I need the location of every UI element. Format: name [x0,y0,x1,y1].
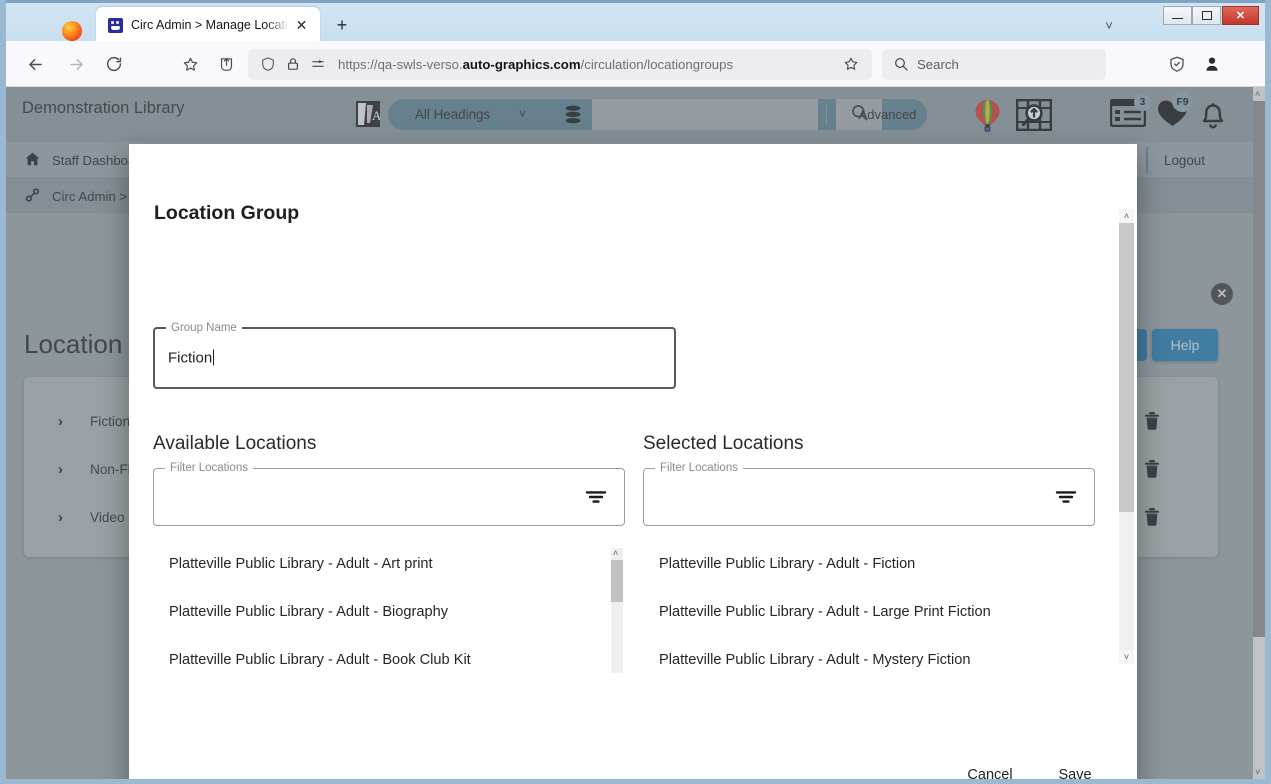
close-icon[interactable]: ✕ [293,17,310,34]
browser-tab-title: Circ Admin > Manage Location [131,18,291,32]
maximize-icon [1201,11,1212,20]
browser-tab-strip: Circ Admin > Manage Location ✕ + ˅ ✕ [6,3,1265,44]
scrollbar-thumb[interactable] [611,560,623,602]
save-button[interactable]: Save [1049,760,1101,779]
selected-locations-list[interactable]: Platteville Public Library - Adult - Fic… [643,548,1095,673]
star-icon[interactable] [843,56,860,73]
browser-toolbar: https://qa-swls-verso.auto-graphics.com/… [6,41,1265,87]
url-prefix: https://qa-swls-verso. [338,57,463,72]
filter-icon[interactable] [585,489,607,505]
url-path: /circulation/locationgroups [580,57,734,72]
available-locations-heading: Available Locations [153,433,317,454]
list-item[interactable]: Platteville Public Library - Adult - Boo… [169,652,471,672]
group-name-field[interactable]: Group Name Fiction [153,321,676,389]
close-window-button[interactable]: ✕ [1222,6,1259,25]
account-icon[interactable] [1200,52,1224,76]
dialog-footer: Cancel Save [129,742,1137,779]
browser-search-placeholder: Search [917,57,959,72]
cancel-button[interactable]: Cancel [956,760,1024,779]
maximize-window-button[interactable] [1192,6,1221,25]
list-item[interactable]: Platteville Public Library - Adult - Bio… [169,604,448,624]
app-favicon-icon [108,18,123,33]
firefox-logo-icon [62,21,82,41]
list-item[interactable]: Platteville Public Library - Adult - Fic… [659,556,915,576]
selected-filter-field[interactable]: Filter Locations [643,461,1095,526]
list-item[interactable]: Platteville Public Library - Adult - Mys… [659,652,970,672]
scrollbar-thumb[interactable] [1119,223,1134,512]
available-locations-list[interactable]: Platteville Public Library - Adult - Art… [153,548,625,673]
filter-icon[interactable] [1055,489,1077,505]
lock-icon [286,56,301,73]
url-domain: auto-graphics.com [462,57,581,72]
chevron-up-icon[interactable]: ˄ [613,548,618,558]
shield-icon [260,56,277,73]
selected-filter-label: Filter Locations [655,461,743,475]
browser-window: Circ Admin > Manage Location ✕ + ˅ ✕ htt… [0,0,1271,784]
dialog-scroll-region: Group Name Fiction Available Locations S… [129,218,1137,673]
text-caret [213,349,215,366]
new-tab-button[interactable]: + [331,15,353,37]
available-filter-label: Filter Locations [165,461,253,475]
minimize-window-button[interactable] [1163,6,1192,25]
back-arrow-icon[interactable] [23,52,47,76]
page-viewport: Demonstration Library A All Headings ˅ A… [6,87,1265,779]
chevron-down-icon[interactable]: ˅ [1119,650,1134,664]
location-group-dialog: Location Group Group Name Fiction Availa… [129,144,1137,779]
save-icon[interactable] [1165,52,1189,76]
list-item[interactable]: Platteville Public Library - Adult - Lar… [659,604,991,624]
browser-tab[interactable]: Circ Admin > Manage Location ✕ [96,7,320,44]
search-icon [893,56,910,73]
minimize-icon [1172,17,1183,20]
dialog-scrollbar[interactable]: ˄ ˅ [1119,209,1134,664]
url-bar[interactable]: https://qa-swls-verso.auto-graphics.com/… [248,49,872,80]
url-text: https://qa-swls-verso.auto-graphics.com/… [338,56,733,73]
modal-overlay: Location Group Group Name Fiction Availa… [6,87,1265,779]
browser-search-bar[interactable]: Search [882,49,1106,80]
permissions-icon[interactable] [310,57,327,72]
chevron-up-icon[interactable]: ˄ [1119,209,1134,223]
hamburger-menu-icon[interactable] [1236,52,1260,76]
list-item[interactable]: Platteville Public Library - Adult - Art… [169,556,433,576]
available-list-scrollbar[interactable]: ˄ [611,548,623,673]
available-filter-field[interactable]: Filter Locations [153,461,625,526]
chevron-down-icon[interactable]: ˅ [1098,17,1120,35]
forward-arrow-icon[interactable] [64,52,88,76]
bookmark-star-icon[interactable] [178,52,202,76]
group-name-value: Fiction [168,349,215,367]
window-frame-right [1265,0,1271,784]
group-name-label: Group Name [166,321,242,335]
selected-locations-heading: Selected Locations [643,433,804,454]
window-frame-bottom [0,779,1271,784]
reload-icon[interactable] [102,52,126,76]
save-to-pocket-icon[interactable] [214,52,238,76]
